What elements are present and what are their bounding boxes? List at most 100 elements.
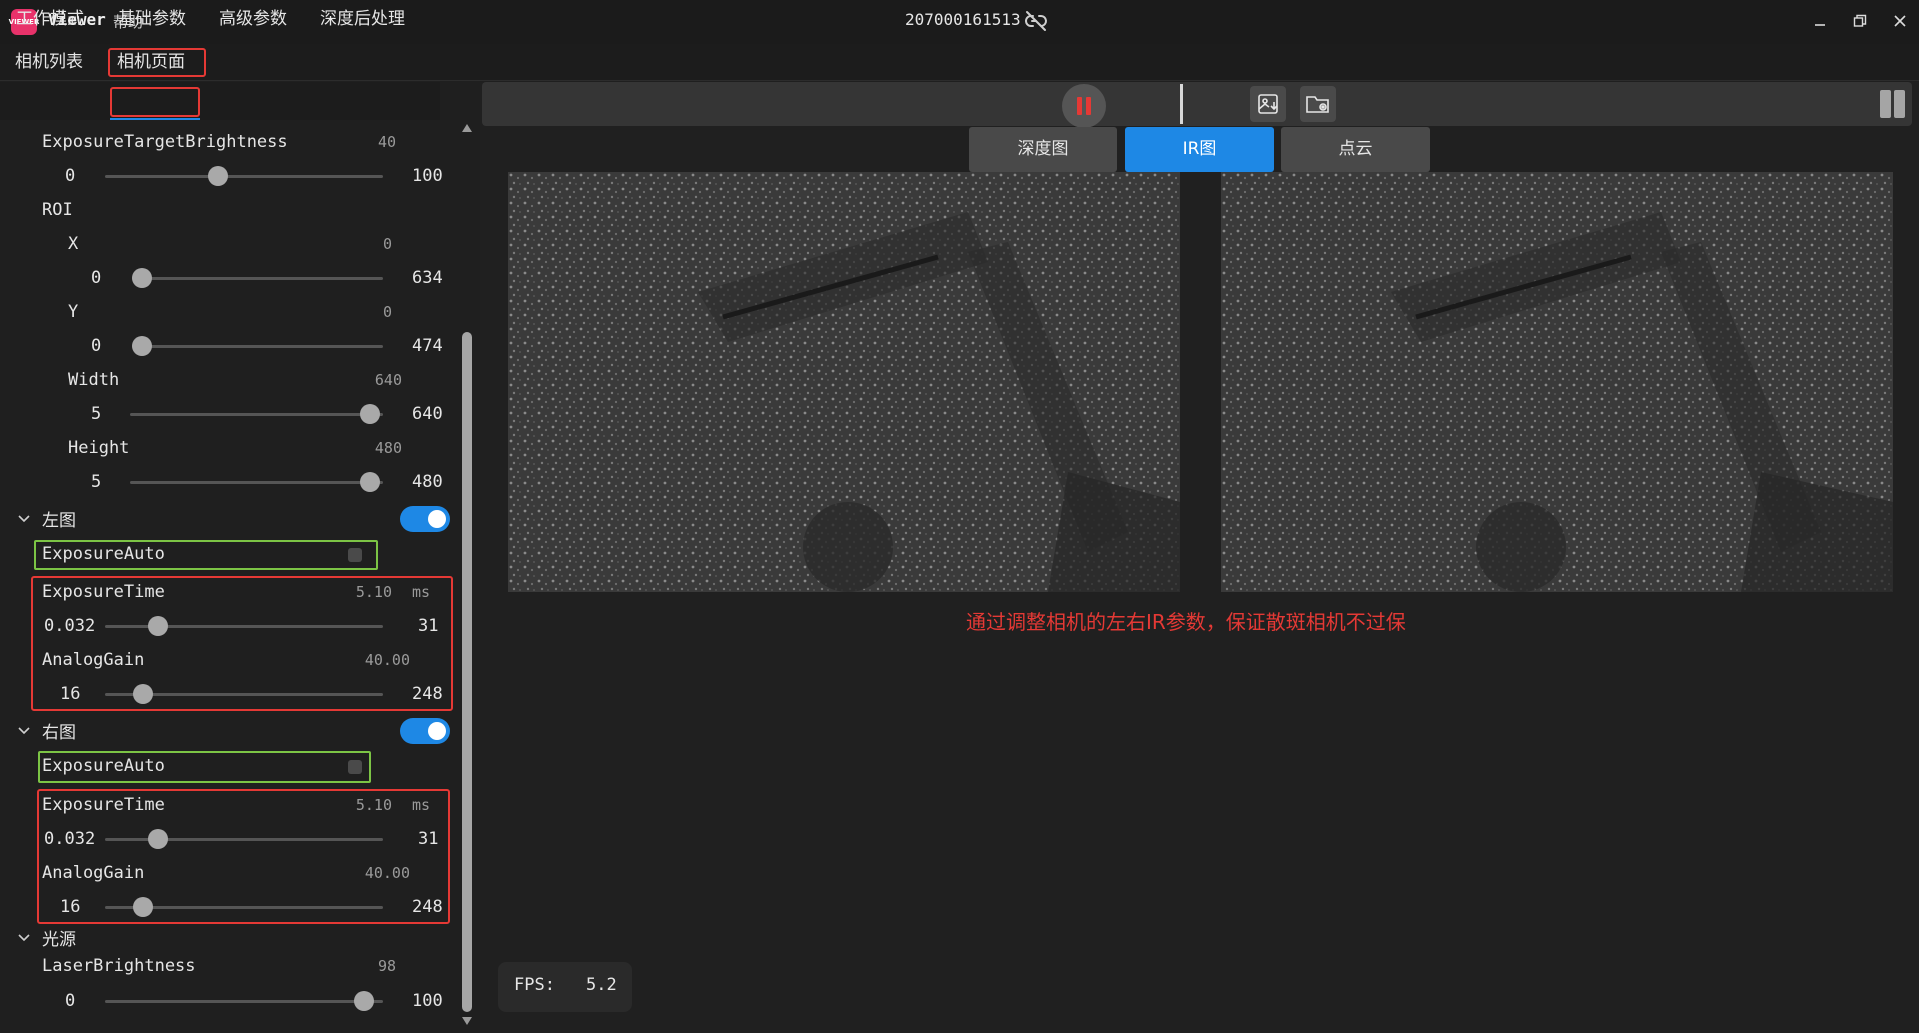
- roi-x-value: 0: [382, 235, 392, 253]
- chevron-down-icon[interactable]: [16, 930, 32, 946]
- subtab-depth-postprocess[interactable]: 深度后处理: [316, 0, 409, 38]
- left-exposure-time-slider-thumb[interactable]: [148, 616, 168, 636]
- link-off-icon[interactable]: [1024, 9, 1048, 33]
- folder-settings-button[interactable]: [1300, 86, 1336, 122]
- chevron-down-icon[interactable]: [16, 511, 32, 527]
- chevron-down-icon[interactable]: [16, 723, 32, 739]
- left-exposure-time-unit: ms: [412, 583, 431, 601]
- close-button[interactable]: [1882, 6, 1918, 36]
- left-analog-gain-label: AnalogGain: [42, 650, 145, 670]
- laser-brightness-slider-thumb[interactable]: [354, 991, 374, 1011]
- exposure-target-value: 40: [377, 133, 396, 151]
- pause-icon: [1077, 97, 1091, 115]
- right-exposure-time-unit: ms: [412, 796, 431, 814]
- left-exposure-time-label: ExposureTime: [42, 582, 165, 602]
- tab-camera-page[interactable]: 相机页面: [112, 44, 190, 80]
- left-analog-gain-value: 40.00: [364, 651, 410, 669]
- left-analog-gain-max: 248: [412, 684, 443, 704]
- roi-y-min: 0: [91, 336, 102, 356]
- right-analog-gain-slider-thumb[interactable]: [133, 897, 153, 917]
- exposure-target-slider-thumb[interactable]: [208, 166, 228, 186]
- left-analog-gain-min: 16: [60, 684, 81, 704]
- scrollbar-thumb[interactable]: [462, 332, 472, 1012]
- highlight-subtab-basic: [110, 87, 200, 117]
- split-view-icon[interactable]: [1880, 90, 1906, 118]
- pause-button[interactable]: [1062, 84, 1106, 128]
- roi-width-slider-track[interactable]: [130, 413, 383, 416]
- scroll-up-icon[interactable]: [461, 122, 473, 134]
- roi-height-value: 480: [374, 439, 402, 457]
- laser-brightness-max: 100: [412, 991, 443, 1011]
- subtab-basic-params[interactable]: 基础参数: [114, 0, 190, 38]
- laser-brightness-slider-track[interactable]: [105, 1000, 383, 1003]
- roi-height-slider-track[interactable]: [130, 481, 383, 484]
- right-exposure-auto-label: ExposureAuto: [42, 756, 165, 776]
- right-analog-gain-label: AnalogGain: [42, 863, 145, 883]
- roi-y-value: 0: [382, 303, 392, 321]
- left-exposure-auto-checkbox[interactable]: [348, 548, 362, 562]
- fps-value: 5.2: [586, 975, 617, 995]
- roi-width-slider-thumb[interactable]: [360, 404, 380, 424]
- roi-x-slider-track[interactable]: [132, 277, 383, 280]
- save-image-button[interactable]: [1250, 86, 1286, 122]
- roi-width-min: 5: [91, 404, 102, 424]
- right-exposure-time-slider-thumb[interactable]: [148, 829, 168, 849]
- left-analog-gain-slider-thumb[interactable]: [133, 684, 153, 704]
- right-ir-image: [1221, 172, 1893, 592]
- roi-y-slider-track[interactable]: [132, 345, 383, 348]
- save-image-icon: [1258, 94, 1278, 114]
- right-analog-gain-max: 248: [412, 897, 443, 917]
- toolbar-divider: [1180, 84, 1183, 124]
- restore-button[interactable]: [1842, 6, 1878, 36]
- left-ir-image: [508, 172, 1180, 592]
- annotation-note: 通过调整相机的左右IR参数，保证散斑相机不过保: [966, 610, 1406, 634]
- device-serial: 207000161513: [905, 10, 1021, 29]
- left-image-toggle[interactable]: [400, 506, 450, 532]
- roi-label: ROI: [42, 200, 73, 220]
- folder-settings-icon: [1306, 96, 1329, 113]
- exposure-target-slider-track[interactable]: [105, 175, 383, 178]
- subtab-work-mode[interactable]: 工作模式: [12, 0, 88, 38]
- tab-depth-map[interactable]: 深度图: [969, 127, 1117, 172]
- fps-label: FPS:: [514, 975, 555, 995]
- roi-height-max: 480: [412, 472, 443, 492]
- right-image-toggle[interactable]: [400, 718, 450, 744]
- right-exposure-time-min: 0.032: [44, 829, 96, 849]
- right-exposure-time-max: 31: [418, 829, 439, 849]
- close-icon: [1894, 15, 1906, 27]
- roi-y-label: Y: [68, 302, 79, 322]
- right-image-section-label: 右图: [42, 723, 76, 743]
- roi-x-min: 0: [91, 268, 102, 288]
- tab-ir-image[interactable]: IR图: [1125, 127, 1274, 172]
- roi-height-label: Height: [68, 438, 130, 458]
- laser-brightness-value: 98: [377, 957, 396, 975]
- light-source-section-label: 光源: [42, 930, 76, 950]
- laser-brightness-min: 0: [65, 991, 76, 1011]
- laser-brightness-label: LaserBrightness: [42, 956, 196, 976]
- right-exposure-auto-checkbox[interactable]: [348, 760, 362, 774]
- preview-toolbar: [482, 82, 1912, 126]
- roi-height-slider-thumb[interactable]: [360, 472, 380, 492]
- restore-icon: [1853, 14, 1867, 27]
- left-exposure-time-max: 31: [418, 616, 439, 636]
- right-exposure-time-label: ExposureTime: [42, 795, 165, 815]
- right-exposure-time-value: 5.10: [355, 796, 392, 814]
- tab-camera-list[interactable]: 相机列表: [10, 44, 88, 80]
- roi-width-max: 640: [412, 404, 443, 424]
- left-exposure-time-slider-track[interactable]: [105, 625, 383, 628]
- left-exposure-time-value: 5.10: [355, 583, 392, 601]
- roi-y-slider-thumb[interactable]: [132, 336, 152, 356]
- tab-point-cloud[interactable]: 点云: [1281, 127, 1430, 172]
- exposure-target-max: 100: [412, 166, 443, 186]
- left-image-section-label: 左图: [42, 511, 76, 531]
- scroll-down-icon[interactable]: [461, 1015, 473, 1027]
- roi-x-slider-thumb[interactable]: [132, 268, 152, 288]
- roi-height-min: 5: [91, 472, 102, 492]
- roi-width-label: Width: [68, 370, 120, 390]
- right-analog-gain-value: 40.00: [364, 864, 410, 882]
- right-exposure-time-slider-track[interactable]: [105, 838, 383, 841]
- roi-x-max: 634: [412, 268, 443, 288]
- minimize-button[interactable]: [1802, 6, 1838, 36]
- sub-tab-bar: [0, 82, 440, 120]
- subtab-advanced-params[interactable]: 高级参数: [215, 0, 291, 38]
